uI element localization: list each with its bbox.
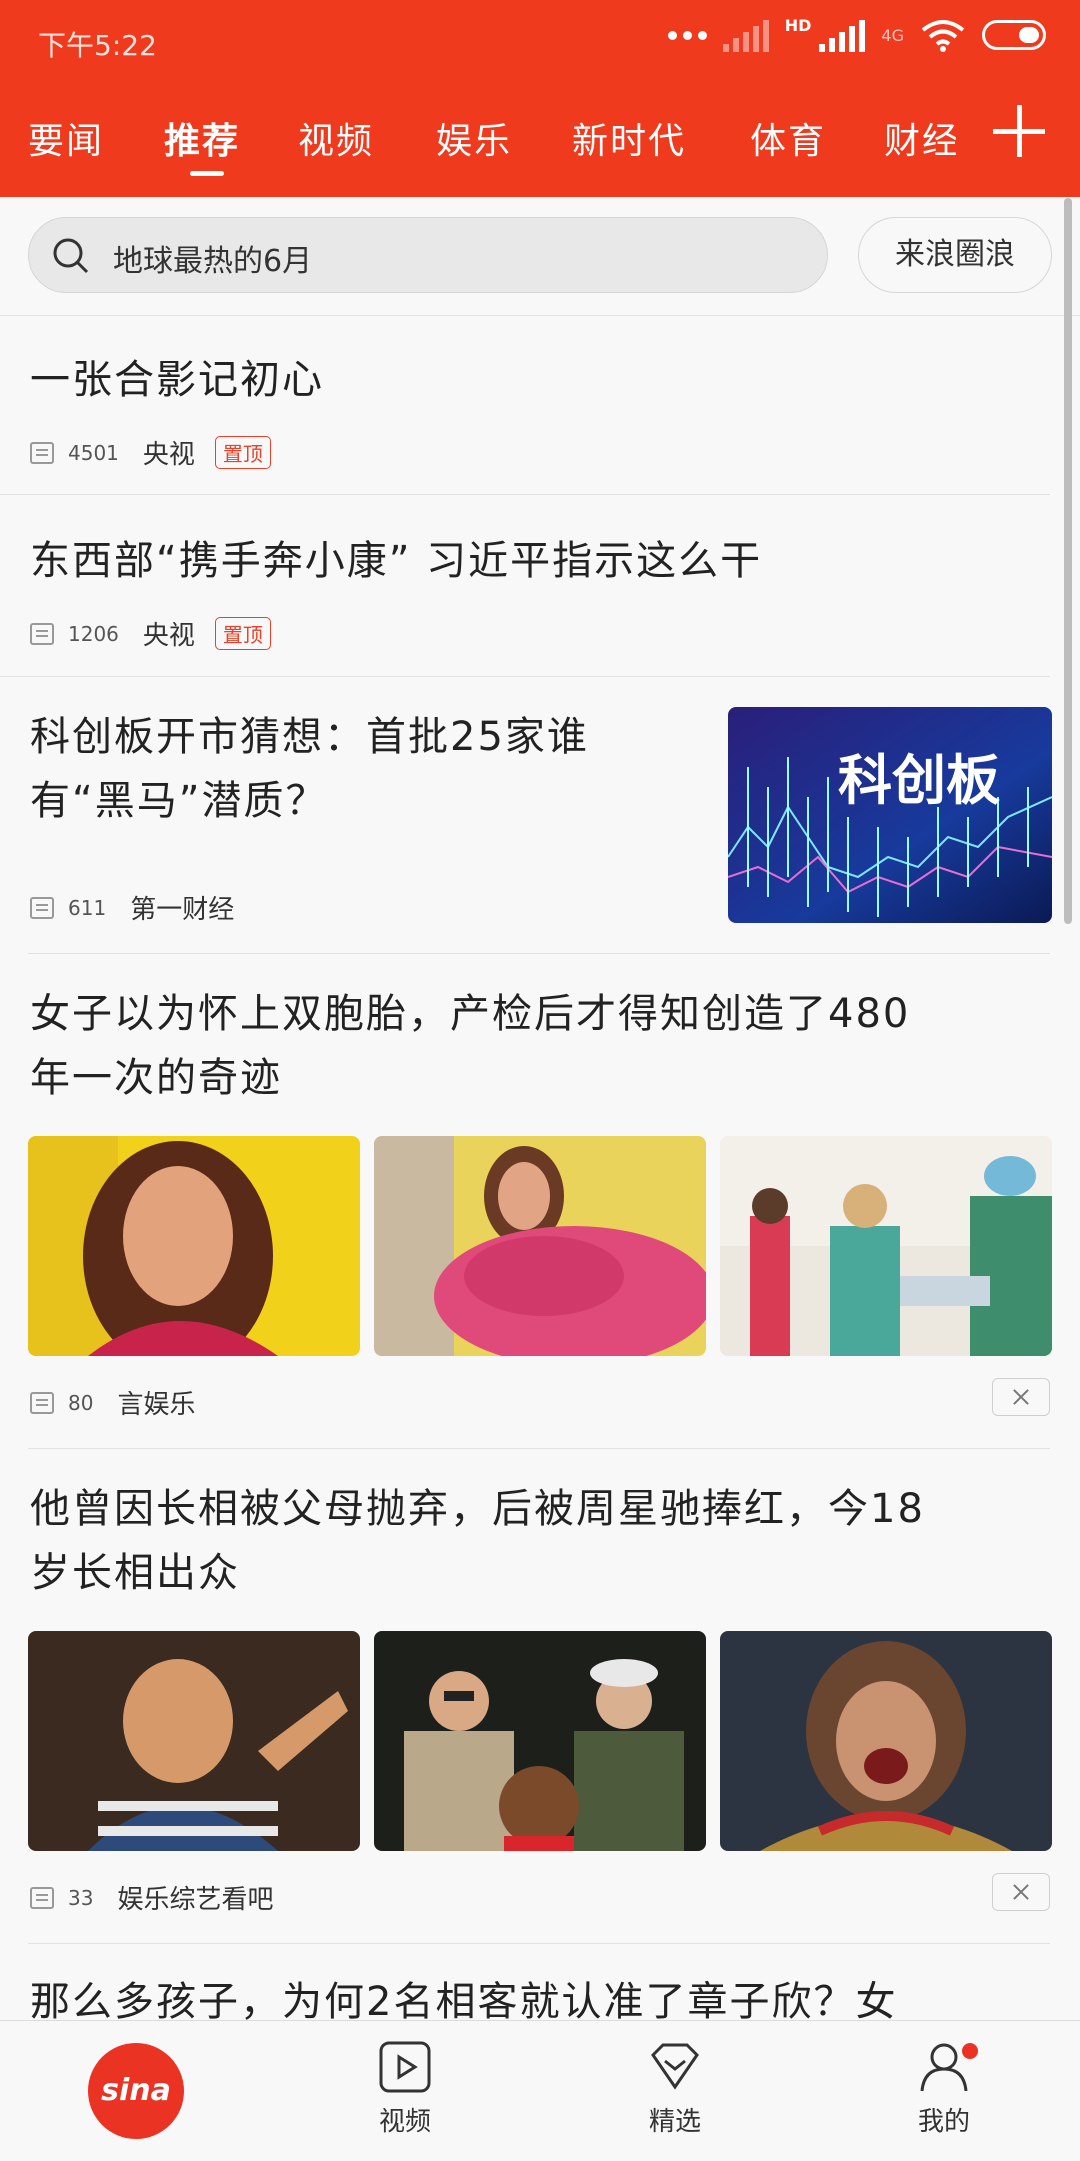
tab-yaowen[interactable]: 要闻 [28,112,104,164]
news-image-2 [374,1136,706,1356]
status-icons: HD 4G [667,16,1046,52]
news-title: 科创板开市猜想：首批25家谁 有“黑马”潜质？ [30,705,589,833]
signal-icon-sim1 [722,18,769,52]
comment-icon [30,622,54,645]
news-image-3 [720,1631,1052,1851]
news-title: 东西部“携手奔小康” 习近平指示这么干 [30,538,763,584]
nav-featured-label: 精选 [648,2107,701,2137]
news-source: 第一财经 [130,895,235,925]
news-meta: 611 第一财经 [30,889,234,926]
news-image-1 [28,1136,360,1356]
news-source: 言娱乐 [117,1390,196,1420]
comment-icon [30,1391,54,1414]
pinned-badge: 置顶 [214,436,271,469]
news-image-3 [720,1136,1052,1356]
news-title: 他曾因长相被父母抛弃，后被周星驰捧红，今18 岁长相出众 [30,1477,925,1605]
news-meta: 80 言娱乐 [30,1384,195,1421]
diamond-icon [651,2043,699,2090]
image-caption: 科创板 [838,749,1000,812]
add-channel-icon[interactable] [991,103,1047,159]
laiquan-button[interactable]: 来浪圈浪 [858,217,1052,293]
news-title-line: 女子以为怀上双胞胎，产检后才得知创造了480 [30,991,911,1037]
news-title-line: 年一次的奇迹 [30,1055,282,1101]
top-bar: 下午5:22 HD 4G 要闻 推荐 视频 娱乐 新时代 体育 财经 [0,0,1080,197]
nav-video-label: 视频 [378,2107,431,2137]
news-title: 一张合影记初心 [30,357,324,403]
comment-count: 1206 [68,621,119,646]
dismiss-icon[interactable] [992,1873,1050,1911]
news-source: 央视 [142,621,195,651]
news-meta: 33 娱乐综艺看吧 [30,1879,273,1916]
comment-count: 611 [68,895,107,920]
bottom-nav: sina 视频 精选 我的 [0,2020,1080,2161]
more-dots-icon [667,30,707,40]
status-time: 下午5:22 [38,29,157,62]
kechuangban-image: 科创板 [728,707,1052,923]
channel-tabs: 要闻 推荐 视频 娱乐 新时代 体育 财经 [0,100,1080,197]
news-title-line: 有“黑马”潜质？ [30,778,328,824]
news-meta: 1206 央视 置顶 [30,615,271,652]
group-photo-image [374,1631,706,1851]
search-icon [53,238,89,274]
video-icon [379,2041,431,2093]
tab-yule[interactable]: 娱乐 [436,112,512,164]
comment-count: 33 [68,1885,94,1910]
tab-tuijian[interactable]: 推荐 [164,112,240,164]
news-item-1[interactable]: 一张合影记初心 4501 央视 置顶 [0,316,1050,494]
man-gesturing-image [28,1631,360,1851]
dismiss-icon[interactable] [992,1378,1050,1416]
wifi-icon [921,20,965,52]
news-image-1 [28,1631,360,1851]
tab-xinshidai[interactable]: 新时代 [572,112,686,164]
pinned-badge: 置顶 [214,617,271,650]
news-title-line: 科创板开市猜想：首批25家谁 [30,714,589,760]
nav-mine-label: 我的 [917,2107,970,2137]
scrollbar[interactable] [1064,198,1072,924]
tab-tiyu[interactable]: 体育 [750,112,826,164]
nav-featured[interactable]: 精选 [605,2039,745,2138]
comment-count: 80 [68,1390,94,1415]
search-input[interactable]: 地球最热的6月 [28,217,828,293]
news-item-2[interactable]: 东西部“携手奔小康” 习近平指示这么干 1206 央视 置顶 [0,495,1050,675]
nav-mine[interactable]: 我的 [874,2039,1014,2138]
notification-dot [962,2043,978,2059]
news-item-5[interactable]: 他曾因长相被父母抛弃，后被周星驰捧红，今18 岁长相出众 33 娱乐综艺看吧 [0,1449,1052,1943]
news-source: 央视 [142,440,195,470]
news-image-2 [374,1631,706,1851]
comment-icon [30,1886,54,1909]
news-title-line: 他曾因长相被父母抛弃，后被周星驰捧红，今18 [30,1486,925,1532]
search-row: 地球最热的6月 来浪圈浪 [0,197,1080,316]
active-tab-indicator [190,171,224,176]
tab-shipin[interactable]: 视频 [298,112,374,164]
news-title: 那么多孩子，为何2名相客就认准了章子欣？女 [30,1979,898,2020]
news-meta: 4501 央视 置顶 [30,434,271,471]
status-bar: 下午5:22 HD 4G [0,0,1080,80]
news-title-line: 岁长相出众 [30,1550,240,1596]
comment-icon [30,441,54,464]
hospital-scene-image [720,1136,1052,1356]
woman-portrait-image [28,1136,360,1356]
comment-icon [30,896,54,919]
news-item-3[interactable]: 科创板开市猜想：首批25家谁 有“黑马”潜质？ 611 第一财经 科创板 [0,677,1052,953]
news-item-4[interactable]: 女子以为怀上双胞胎，产检后才得知创造了480 年一次的奇迹 80 言娱乐 [0,954,1052,1448]
hd-label: HD [784,16,812,35]
news-item-6[interactable]: 那么多孩子，为何2名相客就认准了章子欣？女 [0,1944,1050,2020]
comment-count: 4501 [68,440,119,465]
monkey-king-image [720,1631,1052,1851]
news-source: 娱乐综艺看吧 [117,1885,274,1915]
tab-caijing[interactable]: 财经 [884,112,956,164]
news-thumbnail: 科创板 [728,707,1052,923]
news-title: 女子以为怀上双胞胎，产检后才得知创造了480 年一次的奇迹 [30,982,910,1110]
network-type: 4G [881,25,904,45]
nav-video[interactable]: 视频 [335,2039,475,2138]
signal-icon-sim2 [819,18,866,52]
battery-icon [982,20,1046,50]
search-placeholder: 地球最热的6月 [113,244,313,279]
sina-logo-button[interactable]: sina [88,2043,184,2139]
pregnant-woman-image [374,1136,706,1356]
